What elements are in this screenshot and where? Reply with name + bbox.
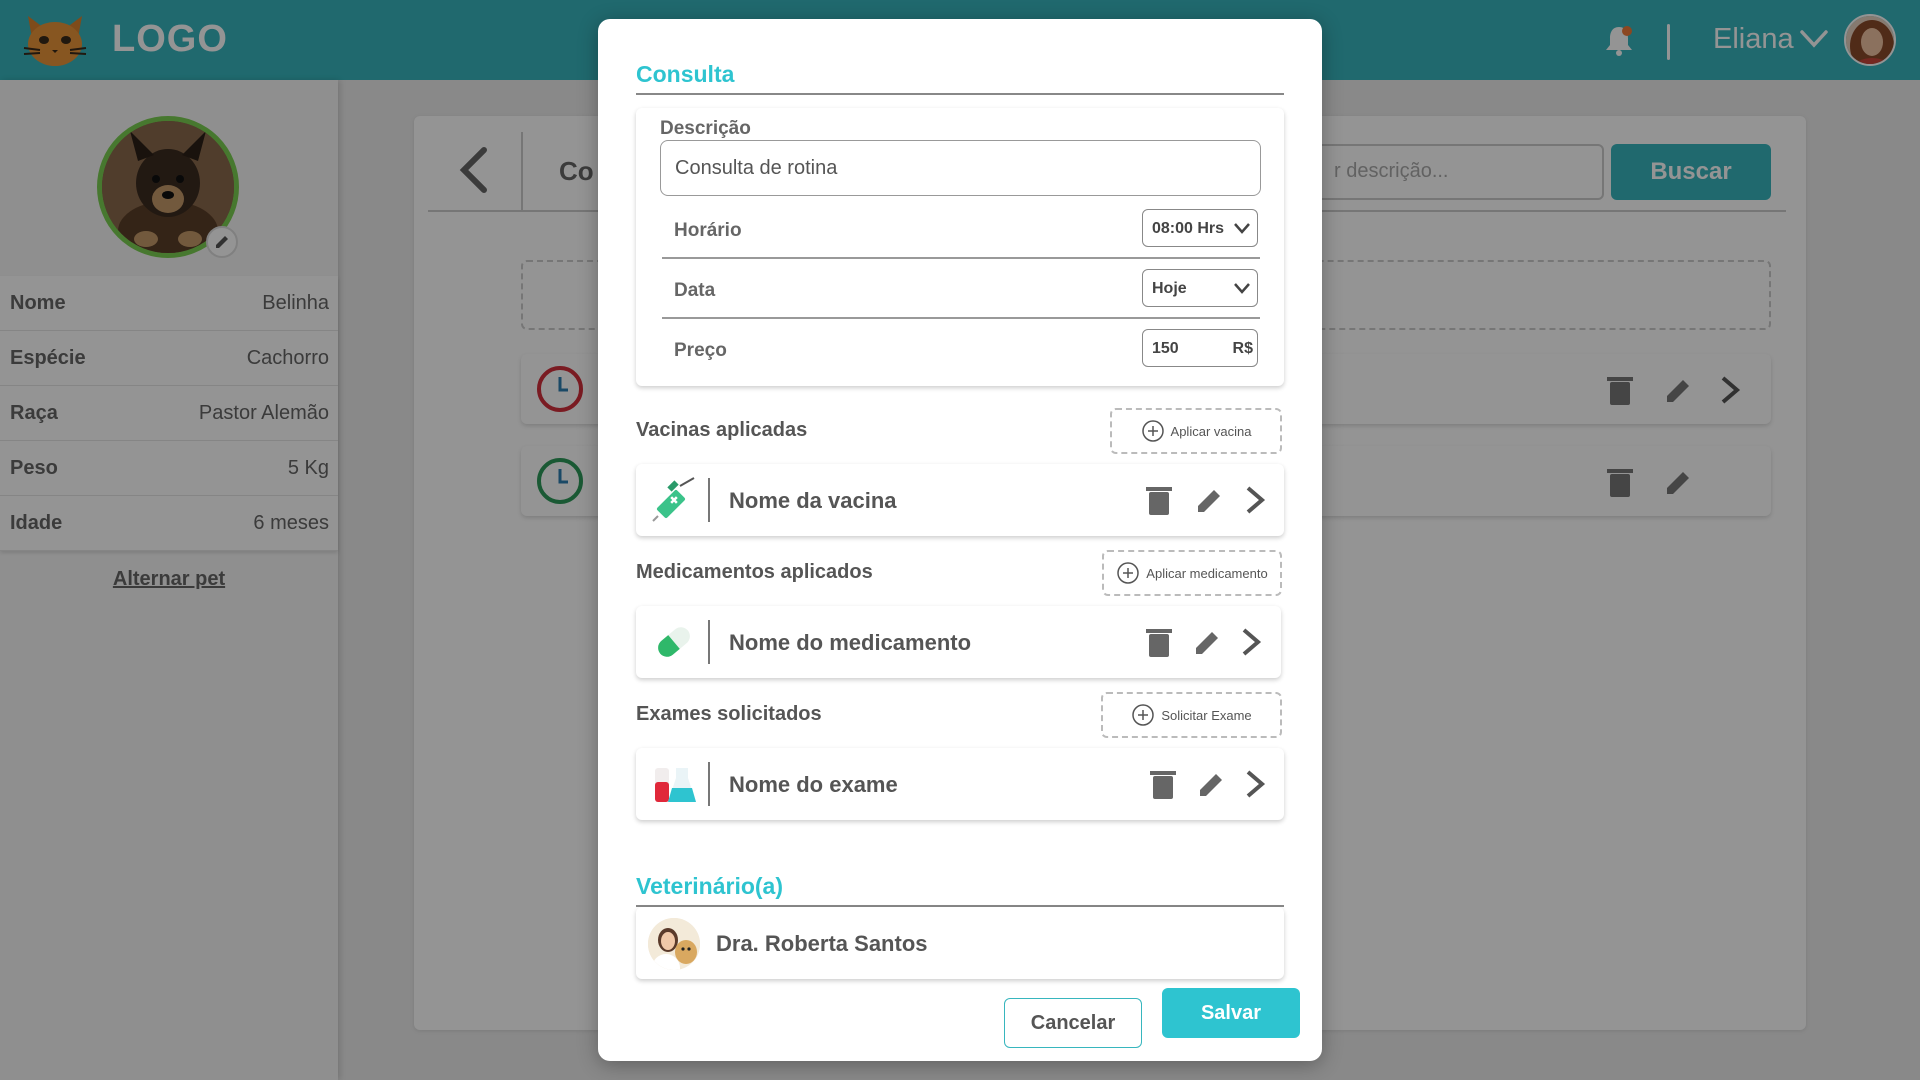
modal-title: Consulta [636, 61, 735, 87]
date-row: Data Hoje [662, 263, 1260, 319]
time-row: Horário 08:00 Hrs [662, 203, 1260, 259]
divider [708, 620, 710, 664]
medication-name: Nome do medicamento [729, 630, 972, 655]
description-label: Descrição [660, 118, 751, 139]
request-exam-button[interactable]: Solicitar Exame [1101, 692, 1282, 738]
vet-avatar [648, 918, 700, 970]
pill-icon [658, 627, 690, 657]
price-row: Preço 150 R$ [662, 323, 1260, 379]
exam-name: Nome do exame [729, 772, 898, 797]
chevron-down-icon [1234, 283, 1250, 294]
trash-icon[interactable] [1144, 484, 1174, 516]
add-vaccine-button[interactable]: Aplicar vacina [1110, 408, 1282, 454]
medications-label: Medicamentos aplicados [636, 561, 873, 583]
currency-label: R$ [1232, 340, 1253, 357]
price-input[interactable]: 150 R$ [1142, 329, 1258, 367]
consultation-modal: Consulta Descrição Consulta de rotina Ho… [598, 19, 1322, 1061]
pencil-icon[interactable] [1192, 626, 1222, 658]
test-tubes-icon [655, 768, 696, 802]
exams-label: Exames solicitados [636, 703, 822, 725]
date-select[interactable]: Hoje [1142, 269, 1258, 307]
divider [708, 762, 710, 806]
vet-name: Dra. Roberta Santos [716, 931, 928, 956]
request-exam-label: Solicitar Exame [1161, 707, 1252, 723]
chevron-right-icon[interactable] [1236, 626, 1266, 658]
price-label: Preço [674, 340, 727, 361]
syringe-icon [652, 477, 695, 522]
time-label: Horário [674, 220, 742, 241]
add-medication-label: Aplicar medicamento [1146, 565, 1268, 581]
date-label: Data [674, 280, 716, 301]
trash-icon[interactable] [1144, 626, 1174, 658]
plus-circle-icon [1132, 704, 1155, 726]
vaccine-item[interactable]: Nome da vacina [636, 464, 1284, 536]
chevron-down-icon [1234, 223, 1250, 234]
exam-item[interactable]: Nome do exame [636, 748, 1284, 820]
add-medication-button[interactable]: Aplicar medicamento [1102, 550, 1282, 596]
chevron-right-icon[interactable] [1240, 768, 1270, 800]
time-value: 08:00 Hrs [1152, 220, 1225, 237]
trash-icon[interactable] [1148, 768, 1178, 800]
vet-card[interactable]: Dra. Roberta Santos [636, 907, 1284, 979]
add-vaccine-label: Aplicar vacina [1170, 423, 1252, 439]
vaccines-label: Vacinas aplicadas [636, 419, 808, 441]
price-value: 150 [1152, 340, 1179, 357]
vet-section-title: Veterinário(a) [636, 873, 783, 899]
medication-item[interactable]: Nome do medicamento [636, 606, 1281, 678]
date-value: Hoje [1152, 280, 1187, 297]
consultation-form: Descrição Consulta de rotina Horário 08:… [636, 108, 1284, 386]
chevron-right-icon[interactable] [1240, 484, 1270, 516]
save-button[interactable]: Salvar [1162, 988, 1300, 1038]
vaccine-name: Nome da vacina [729, 488, 897, 513]
divider [708, 478, 710, 522]
plus-circle-icon [1141, 420, 1164, 442]
cancel-button[interactable]: Cancelar [1004, 998, 1142, 1048]
time-select[interactable]: 08:00 Hrs [1142, 209, 1258, 247]
pencil-icon[interactable] [1196, 768, 1226, 800]
plus-circle-icon [1117, 562, 1140, 584]
pencil-icon[interactable] [1194, 484, 1224, 516]
description-input[interactable]: Consulta de rotina [660, 140, 1261, 196]
divider [636, 93, 1284, 95]
